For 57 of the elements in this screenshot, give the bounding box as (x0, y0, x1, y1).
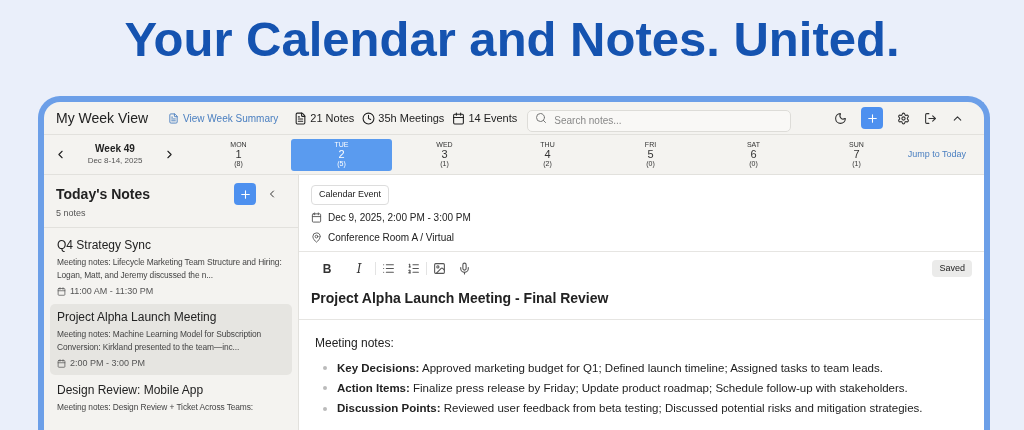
numbered-list-icon[interactable] (407, 262, 420, 275)
note-item[interactable]: Project Alpha Launch Meeting Meeting notes: Machine Learning Model for Subscription Conversion: Kirkland presented to the team—inc... 2:00 PM - 3:00 PM (50, 304, 292, 375)
stat-label: 35h Meetings (378, 110, 445, 126)
note-preview: Meeting notes: Lifecycle Marketing Team Structure and Hiring: Logan, Matt, and Jeremy discussed the n... (57, 255, 283, 282)
plus-icon (238, 187, 252, 201)
calendar-icon (57, 286, 66, 296)
document-icon (294, 111, 308, 125)
logout-icon[interactable] (924, 111, 937, 125)
note-title: Project Alpha Launch Meeting (57, 309, 218, 326)
bullet-text: Discussion Points: Reviewed user feedback from beta testing; Discussed potential risks and mitigation strategies. (337, 401, 923, 416)
dark-mode-icon[interactable] (834, 111, 847, 125)
event-date: Dec 9, 2025, 2:00 PM - 3:00 PM (328, 210, 471, 225)
note-preview: Meeting notes: Machine Learning Model for Subscription Conversion: Kirkland presented to the team—inc... (57, 328, 263, 354)
bullet-text: Action Items: Finalize press release by Friday; Update product roadmap; Schedule follow-up with stakeholders. (337, 380, 908, 396)
note-time: 2:00 PM - 3:00 PM (70, 357, 146, 370)
note-count: 5 notes (56, 207, 87, 220)
saved-status: Saved (932, 259, 972, 278)
week-range: Dec 8-14, 2025 (87, 155, 143, 166)
bullet-icon (323, 366, 327, 371)
calendar-icon (311, 211, 322, 223)
document-icon (168, 112, 180, 124)
italic-button[interactable]: I (349, 259, 369, 278)
clock-icon (362, 111, 376, 125)
note-title: Design Review: Mobile App (57, 381, 205, 399)
jump-to-today-link[interactable]: Jump to Today (907, 147, 966, 162)
headline: Your Calendar and Notes. United. (124, 14, 900, 64)
search-field[interactable]: Search notes... (527, 109, 792, 132)
stat-label: 21 Notes (310, 110, 355, 126)
note-heading: Project Alpha Launch Meeting - Final Review (311, 289, 609, 306)
note-time: 11:00 AM - 11:30 PM (70, 284, 154, 298)
calendar-icon (452, 111, 466, 125)
bullet-text: Key Decisions: Approved marketing budget for Q1; Defined launch timeline; Assigned tasks to team leads. (337, 360, 883, 376)
settings-icon[interactable] (897, 111, 910, 125)
note-preview: Meeting notes: Design Review + Ticket Across Teams: (57, 400, 255, 414)
event-location: Conference Room A / Virtual (328, 230, 454, 245)
bulleted-list-icon[interactable] (382, 262, 395, 275)
location-icon (311, 231, 322, 243)
view-week-summary-link[interactable]: View Week Summary (168, 110, 279, 126)
note-title: Q4 Strategy Sync (57, 236, 153, 254)
image-icon[interactable] (433, 262, 446, 275)
window-title: My Week View (56, 108, 149, 128)
calendar-icon (57, 359, 66, 369)
event-badge: Calendar Event (311, 185, 390, 205)
week-number: Week 49 (95, 143, 135, 156)
stat-label: 14 Events (468, 110, 518, 126)
bullet-icon (323, 386, 327, 391)
sidebar-title: Today's Notes (56, 184, 151, 204)
note-item[interactable]: Q4 Strategy Sync Meeting notes: Lifecycle Marketing Team Structure and Hiring: Logan, Matt, and Jeremy discussed the n... 11:00 AM - 11:30 PM (50, 231, 292, 302)
plus-icon (865, 111, 879, 125)
microphone-icon[interactable] (458, 262, 471, 275)
note-intro: Meeting notes: (315, 334, 395, 352)
note-item[interactable]: Design Review: Mobile App Meeting notes: Design Review + Ticket Across Teams: (50, 376, 292, 418)
bullet-icon (323, 406, 327, 411)
new-note-button[interactable] (234, 183, 256, 205)
search-icon (535, 112, 548, 124)
add-button[interactable] (861, 107, 883, 129)
bold-button[interactable]: B (317, 259, 337, 278)
